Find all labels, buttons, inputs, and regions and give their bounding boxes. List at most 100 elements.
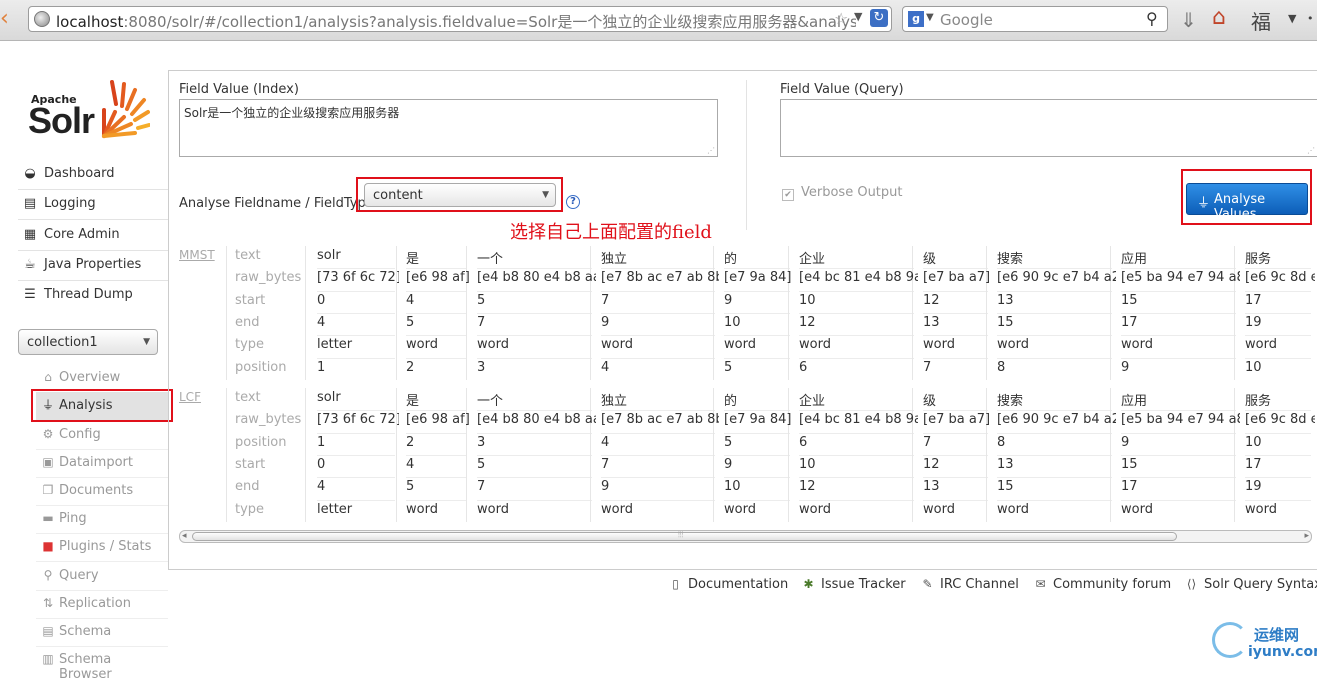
download-icon[interactable]: ⇓ xyxy=(1180,8,1197,32)
cell-separator xyxy=(477,410,592,412)
token-cell-start: 13 xyxy=(997,456,1014,472)
reload-icon[interactable]: ↻ xyxy=(870,9,888,27)
mmst-stage-label[interactable]: MMST xyxy=(179,248,225,262)
stage-divider xyxy=(226,246,227,380)
search-bar[interactable]: g ▼ Google ⚲ xyxy=(902,6,1168,32)
documents-icon: ❐ xyxy=(42,483,54,497)
engine-dropdown-icon[interactable]: ▼ xyxy=(926,12,934,23)
token-cell-end: 7 xyxy=(477,479,486,495)
scroll-right-icon[interactable]: ▸ xyxy=(1304,531,1309,542)
cell-separator xyxy=(406,499,466,501)
cell-separator xyxy=(724,499,790,501)
token-cell-position: 3 xyxy=(477,359,486,375)
sidebar-item-core-admin[interactable]: ▦ Core Admin xyxy=(18,220,168,251)
cell-separator xyxy=(724,335,790,337)
cell-separator xyxy=(1121,357,1236,359)
search-input[interactable]: Google xyxy=(940,11,993,29)
row-label-start: start xyxy=(235,456,266,472)
core-menu-ping[interactable]: ▬ Ping xyxy=(36,505,168,534)
verbose-output-checkbox[interactable]: ✔ Verbose Output xyxy=(782,185,903,201)
cell-separator xyxy=(477,499,592,501)
cell-separator xyxy=(1121,312,1236,314)
back-arrow-icon[interactable]: ‹ xyxy=(0,8,14,30)
scrollbar-thumb[interactable] xyxy=(192,532,1177,541)
token-cell-raw-bytes: [e4 bc 81 e4 b8 9a] xyxy=(799,412,918,428)
cell-separator xyxy=(923,312,988,314)
cell-separator xyxy=(923,499,988,501)
token-cell-start: 0 xyxy=(317,292,326,308)
sidebar-item-dashboard[interactable]: ◒ Dashboard xyxy=(18,159,168,190)
cell-separator xyxy=(997,454,1112,456)
help-icon[interactable]: ? xyxy=(566,195,580,209)
search-icon[interactable]: ⚲ xyxy=(1146,9,1158,28)
footer-issue-tracker-link[interactable]: ✱ Issue Tracker xyxy=(801,577,905,592)
cell-separator xyxy=(406,357,466,359)
core-selector[interactable]: collection1 ▼ xyxy=(18,329,158,355)
cell-separator xyxy=(923,454,988,456)
lcf-stage-label[interactable]: LCF xyxy=(179,390,225,404)
token-cell-position: 7 xyxy=(923,359,932,375)
google-engine-icon[interactable]: g xyxy=(908,11,924,27)
resize-grip-icon[interactable]: ⋰ xyxy=(1307,146,1315,155)
dashboard-icon: ◒ xyxy=(24,166,36,181)
watermark-logo: 运维网 iyunv.com xyxy=(1212,620,1317,666)
token-cell-text: 级 xyxy=(923,252,937,267)
address-bar[interactable]: localhost:8080/solr/#/collection1/analys… xyxy=(28,6,892,32)
token-cell-text: 是 xyxy=(406,394,420,409)
sidebar-item-java-properties[interactable]: ☕ Java Properties xyxy=(18,250,168,281)
token-cell-start: 5 xyxy=(477,456,486,472)
token-cell-start: 15 xyxy=(1121,456,1138,472)
cell-separator xyxy=(601,357,715,359)
url-text[interactable]: localhost:8080/solr/#/collection1/analys… xyxy=(56,11,856,32)
bookmark-star-icon[interactable]: ☆ xyxy=(834,9,848,28)
cell-separator xyxy=(317,290,395,292)
sidebar-item-logging[interactable]: ▤ Logging xyxy=(18,189,168,220)
sidebar-item-thread-dump[interactable]: ☰ Thread Dump xyxy=(18,280,168,310)
addon-icon[interactable]: 福 xyxy=(1251,6,1271,35)
footer-query-syntax-link[interactable]: ⟨⟩ Solr Query Syntax xyxy=(1184,577,1317,592)
core-menu-replication[interactable]: ⇅ Replication xyxy=(36,590,168,619)
token-cell-start: 5 xyxy=(477,292,486,308)
token-cell-text: 一个 xyxy=(477,394,504,409)
token-cell-raw-bytes: [e7 8b ac e7 ab 8b] xyxy=(601,270,719,286)
index-field-textarea[interactable]: Solr是一个独立的企业级搜索应用服务器 ⋰ xyxy=(179,99,718,157)
scroll-left-icon[interactable]: ◂ xyxy=(182,531,187,542)
solr-logo[interactable]: Apache Solr xyxy=(28,78,152,142)
query-field-textarea[interactable]: ⋰ xyxy=(780,99,1317,157)
footer-irc-channel-link[interactable]: ✎ IRC Channel xyxy=(920,577,1018,592)
row-label-position: position xyxy=(235,359,287,375)
cell-separator xyxy=(1245,499,1311,501)
token-cell-type: word xyxy=(923,501,955,517)
token-cell-start: 12 xyxy=(923,456,940,472)
core-menu-schema[interactable]: ▤ Schema xyxy=(36,618,168,647)
overflow-icon[interactable]: • xyxy=(1307,12,1314,25)
resize-grip-icon[interactable]: ⋰ xyxy=(707,146,715,155)
token-cell-end: 5 xyxy=(406,314,415,330)
core-menu-config[interactable]: ⚙ Config xyxy=(36,421,168,450)
menu-dropdown-icon[interactable]: ▼ xyxy=(1288,12,1296,25)
core-menu-plugins-stats[interactable]: ■ Plugins / Stats xyxy=(36,533,168,562)
cell-separator xyxy=(997,410,1112,412)
core-menu-documents[interactable]: ❐ Documents xyxy=(36,477,168,506)
url-history-dropdown-icon[interactable]: ▼ xyxy=(854,10,862,23)
core-menu-dataimport[interactable]: ▣ Dataimport xyxy=(36,449,168,478)
horizontal-scrollbar[interactable]: ◂ ⦙⦙⦙ ▸ xyxy=(179,530,1312,543)
cell-separator xyxy=(477,290,592,292)
token-cell-raw-bytes: [e4 b8 80 e4 b8 aa] xyxy=(477,412,596,428)
scroll-grip-icon: ⦙⦙⦙ xyxy=(678,530,684,539)
home-icon[interactable]: ⌂ xyxy=(1212,5,1226,30)
token-cell-end: 5 xyxy=(406,479,415,495)
token-cell-raw-bytes: [73 6f 6c 72] xyxy=(317,412,399,428)
core-menu-query[interactable]: ⚲ Query xyxy=(36,562,168,591)
cell-separator xyxy=(317,335,395,337)
footer-documentation-link[interactable]: ▯ Documentation xyxy=(668,577,788,592)
token-cell-end: 19 xyxy=(1245,479,1262,495)
site-identity-icon[interactable] xyxy=(34,11,50,27)
token-cell-position: 6 xyxy=(799,359,808,375)
footer-community-forum-link[interactable]: ✉ Community forum xyxy=(1033,577,1171,592)
row-label-type: type xyxy=(235,337,265,353)
cell-separator xyxy=(601,432,715,434)
token-cell-type: word xyxy=(799,337,831,353)
fieldtype-label: Analyse Fieldname / FieldType: xyxy=(179,196,379,211)
cell-separator xyxy=(601,268,715,270)
